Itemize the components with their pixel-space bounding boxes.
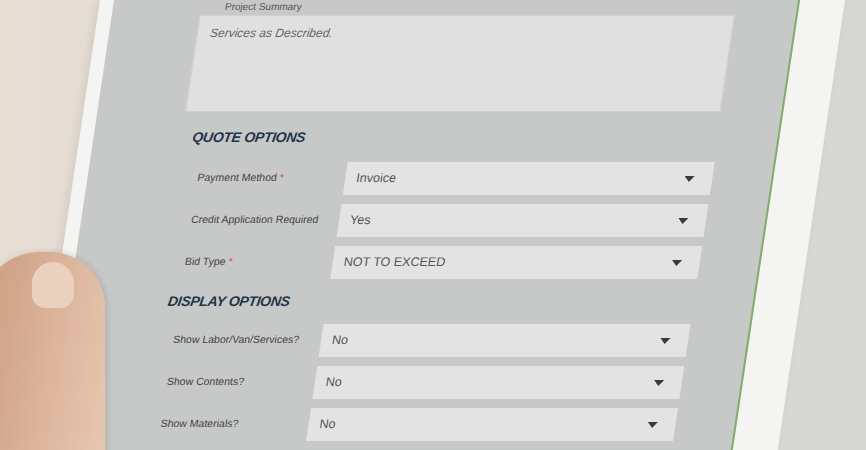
- label-text: Credit Application Required: [190, 212, 320, 228]
- thumb: [0, 252, 105, 450]
- summary-textarea[interactable]: Services as Described.: [185, 15, 734, 112]
- section-heading: QUOTE OPTIONS: [180, 128, 718, 146]
- form-row: Show Materials? No: [135, 403, 676, 445]
- caret-icon[interactable]: [684, 176, 695, 182]
- caret-icon[interactable]: [660, 338, 671, 344]
- select-value: No: [325, 373, 344, 392]
- label-text: Show Materials?: [159, 416, 239, 432]
- select-field[interactable]: NOT TO EXCEED: [330, 246, 702, 279]
- tablet-bezel: Project SummaryServices as Described. QUO…: [33, 0, 845, 450]
- required-mark: *: [279, 170, 285, 186]
- thumbnail: [32, 262, 74, 308]
- required-mark: *: [227, 254, 233, 270]
- select-value: Invoice: [355, 169, 397, 188]
- form-row: Credit Application Required Yes: [166, 199, 707, 241]
- field-label: Show Labor/Van/Services?: [172, 332, 322, 348]
- field-label: Credit Application Required: [190, 212, 340, 228]
- form-row: Show Labor/Van/Services? No: [148, 319, 689, 361]
- label-text: Show Contents?: [166, 374, 245, 390]
- field-label: Bid Type*: [184, 254, 334, 270]
- label-text: Payment Method: [196, 170, 278, 186]
- summary-label: Project Summary: [200, 0, 737, 15]
- select-field[interactable]: No: [319, 324, 691, 357]
- field-label: Payment Method*: [196, 170, 346, 186]
- caret-icon[interactable]: [678, 218, 689, 224]
- label-text: Show Labor/Van/Services?: [172, 332, 300, 348]
- select-field[interactable]: Invoice: [343, 162, 715, 195]
- form-screen: Project SummaryServices as Described. QUO…: [47, 0, 800, 450]
- form-row: Show Contents? No: [142, 361, 683, 403]
- select-value: NOT TO EXCEED: [342, 253, 446, 272]
- select-field[interactable]: No: [306, 408, 678, 441]
- select-value: No: [331, 331, 350, 350]
- section-heading: DISPLAY OPTIONS: [156, 292, 694, 310]
- label-text: Bid Type: [184, 254, 227, 270]
- form-row: Bid Type* NOT TO EXCEED: [160, 241, 701, 283]
- caret-icon[interactable]: [647, 422, 658, 428]
- form-row: Payment Method* Invoice: [172, 157, 713, 199]
- select-value: No: [318, 415, 337, 434]
- caret-icon[interactable]: [671, 260, 682, 266]
- select-field[interactable]: Yes: [337, 204, 709, 237]
- field-label: Show Contents?: [166, 374, 316, 390]
- field-label: Show Materials?: [159, 416, 309, 432]
- select-value: Yes: [349, 211, 372, 230]
- tablet-photo: Project SummaryServices as Described. QUO…: [0, 0, 866, 450]
- select-field[interactable]: No: [312, 366, 684, 399]
- caret-icon[interactable]: [653, 380, 664, 386]
- tablet: Project SummaryServices as Described. QUO…: [0, 0, 866, 450]
